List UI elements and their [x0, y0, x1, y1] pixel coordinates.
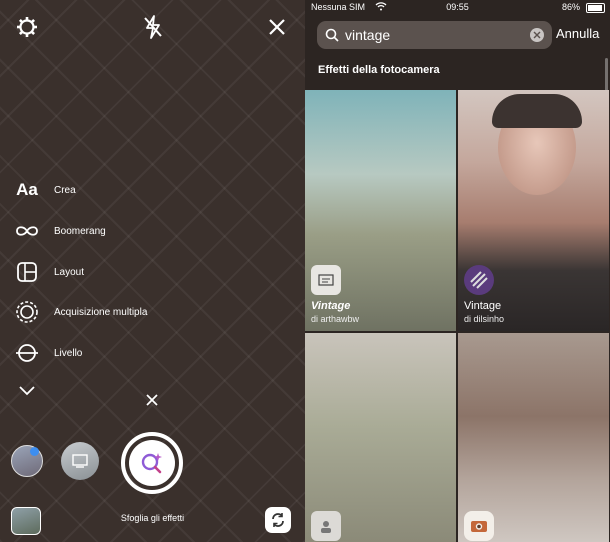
- effect-card-palm[interactable]: [305, 333, 456, 542]
- effect-author: di arthawbw: [311, 314, 360, 324]
- search-icon: [325, 28, 339, 42]
- text-aa-icon: Aa: [16, 180, 38, 199]
- browse-effects-label[interactable]: Sfoglia gli effetti: [0, 513, 305, 523]
- battery-label: 86%: [562, 2, 581, 12]
- layout-grid-icon: [14, 259, 40, 285]
- browse-effects-search-icon: [129, 440, 175, 486]
- dismiss-effects-x-icon[interactable]: [145, 393, 159, 412]
- effect-thumbnail-icon: [311, 265, 341, 295]
- search-bar[interactable]: [317, 21, 552, 49]
- effect-card-vintage-arthawbw[interactable]: Vintage di arthawbw: [305, 90, 456, 331]
- multi-capture-icon: [14, 299, 40, 325]
- close-icon[interactable]: [264, 14, 290, 40]
- cancel-button[interactable]: Annulla: [556, 26, 599, 41]
- menu-item-multi-capture[interactable]: Acquisizione multipla: [14, 298, 147, 326]
- menu-item-label: Crea: [54, 184, 76, 196]
- menu-item-label: Livello: [54, 347, 83, 359]
- effects-search-pane: Nessuna SIM 09:55 86% Annulla Effetti de…: [305, 0, 610, 542]
- level-icon: [14, 340, 40, 366]
- effect-name: Vintage: [311, 300, 351, 312]
- chevron-down-icon[interactable]: [18, 384, 36, 402]
- menu-item-layout[interactable]: Layout: [14, 258, 84, 286]
- hair-preview: [492, 94, 582, 128]
- effect-badge: [30, 447, 39, 456]
- infinity-icon: [14, 218, 40, 244]
- effect-thumbnail-icon: [464, 511, 494, 541]
- flip-camera-icon[interactable]: [265, 507, 291, 533]
- battery-icon: [586, 3, 605, 13]
- settings-gear-icon[interactable]: [14, 14, 40, 40]
- menu-item-label: Boomerang: [54, 225, 106, 237]
- menu-item-label: Layout: [54, 266, 85, 278]
- flash-off-icon[interactable]: [140, 14, 166, 40]
- effect-name: Vintage: [464, 300, 502, 312]
- status-bar: Nessuna SIM 09:55 86%: [305, 0, 610, 16]
- effect-thumbnail-icon: [311, 511, 341, 541]
- clear-search-icon[interactable]: [530, 28, 544, 42]
- menu-item-level[interactable]: Livello: [14, 339, 82, 367]
- effect-card-room[interactable]: [458, 333, 609, 542]
- effect-author: di dilsinho: [464, 314, 505, 324]
- effect-thumbnail-frame[interactable]: [61, 442, 99, 480]
- effect-card-vintage-dilsinho[interactable]: Vintage di dilsinho: [458, 90, 609, 331]
- menu-item-crea[interactable]: Aa Crea: [14, 176, 76, 204]
- effect-thumbnail-icon: [464, 265, 494, 295]
- capture-button[interactable]: [121, 432, 183, 494]
- menu-item-boomerang[interactable]: Boomerang: [14, 217, 106, 245]
- camera-pane: Aa Crea Boomerang Layout Acquisizione mu…: [0, 0, 305, 542]
- search-input[interactable]: [345, 27, 515, 43]
- menu-item-label: Acquisizione multipla: [54, 306, 148, 318]
- section-title: Effetti della fotocamera: [318, 64, 440, 76]
